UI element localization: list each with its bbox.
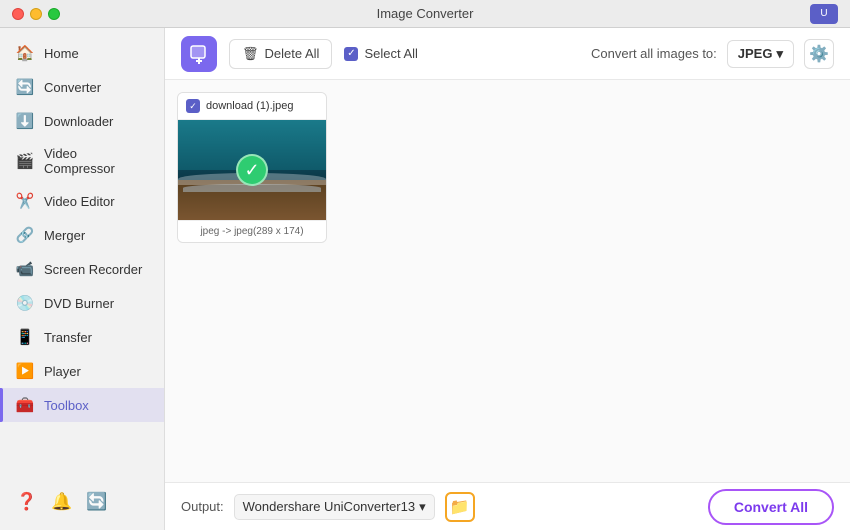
content-area: 🗑 Delete All ✓ Select All Convert all im… (165, 28, 850, 530)
file-thumb-overlay: ✓ (178, 120, 326, 220)
file-card[interactable]: ✓ download (1).jpeg ✓ (177, 92, 327, 243)
title-bar: Image Converter U (0, 0, 850, 28)
main-layout: 🏠 Home 🔄 Converter ⬇️ Downloader 🎬 Video… (0, 28, 850, 530)
output-label: Output: (181, 499, 224, 514)
settings-button[interactable]: ⚙️ (804, 39, 834, 69)
sidebar-item-toolbox[interactable]: 🧰 Toolbox (0, 388, 164, 422)
window-title: Image Converter (377, 6, 474, 21)
open-folder-button[interactable]: 📁 (445, 492, 475, 522)
folder-icon: 📁 (450, 497, 470, 517)
sidebar-item-transfer[interactable]: 📱 Transfer (0, 320, 164, 354)
sidebar-label-merger: Merger (44, 228, 85, 243)
close-button[interactable] (12, 8, 24, 20)
app-icon: U (810, 4, 838, 24)
output-path-selector[interactable]: Wondershare UniConverter13 ▾ (234, 494, 435, 520)
sidebar-label-transfer: Transfer (44, 330, 92, 345)
delete-icon: 🗑 (242, 46, 259, 62)
video-editor-icon: ✂️ (16, 192, 34, 210)
file-checkbox[interactable]: ✓ (186, 99, 200, 113)
sidebar-label-toolbox: Toolbox (44, 398, 89, 413)
home-icon: 🏠 (16, 44, 34, 62)
gear-icon: ⚙️ (809, 44, 829, 64)
file-card-header: ✓ download (1).jpeg (178, 93, 326, 120)
convert-to-label: Convert all images to: (591, 46, 717, 61)
file-card-footer: jpeg -> jpeg(289 x 174) (178, 220, 326, 242)
sidebar-label-player: Player (44, 364, 81, 379)
merger-icon: 🔗 (16, 226, 34, 244)
add-icon (189, 44, 209, 64)
output-path-text: Wondershare UniConverter13 (243, 499, 415, 514)
selected-format: JPEG (738, 46, 773, 61)
player-icon: ▶️ (16, 362, 34, 380)
downloader-icon: ⬇️ (16, 112, 34, 130)
select-all-checkbox[interactable]: ✓ (344, 47, 358, 61)
notifications-icon[interactable]: 🔔 (51, 492, 72, 512)
sidebar-item-video-compressor[interactable]: 🎬 Video Compressor (0, 138, 164, 184)
toolbox-icon: 🧰 (16, 396, 34, 414)
file-conversion-info: jpeg -> jpeg(289 x 174) (200, 226, 303, 237)
file-thumbnail: ✓ (178, 120, 326, 220)
toolbar: 🗑 Delete All ✓ Select All Convert all im… (165, 28, 850, 80)
sidebar: 🏠 Home 🔄 Converter ⬇️ Downloader 🎬 Video… (0, 28, 165, 530)
transfer-icon: 📱 (16, 328, 34, 346)
sidebar-item-merger[interactable]: 🔗 Merger (0, 218, 164, 252)
sidebar-item-screen-recorder[interactable]: 📹 Screen Recorder (0, 252, 164, 286)
delete-all-label: Delete All (265, 46, 320, 61)
file-name: download (1).jpeg (206, 100, 293, 112)
sidebar-label-dvd-burner: DVD Burner (44, 296, 114, 311)
bottom-bar: Output: Wondershare UniConverter13 ▾ 📁 C… (165, 482, 850, 530)
sidebar-label-downloader: Downloader (44, 114, 113, 129)
format-select-dropdown[interactable]: JPEG ▾ (727, 40, 794, 68)
sidebar-bottom: ❓ 🔔 🔄 (0, 482, 164, 522)
sidebar-item-player[interactable]: ▶️ Player (0, 354, 164, 388)
chevron-down-icon: ▾ (419, 499, 426, 515)
converter-icon: 🔄 (16, 78, 34, 96)
sidebar-label-video-editor: Video Editor (44, 194, 115, 209)
convert-all-button[interactable]: Convert All (708, 489, 834, 525)
sidebar-item-converter[interactable]: 🔄 Converter (0, 70, 164, 104)
minimize-button[interactable] (30, 8, 42, 20)
select-all-label: Select All (364, 46, 417, 61)
add-files-button[interactable] (181, 36, 217, 72)
screen-recorder-icon: 📹 (16, 260, 34, 278)
sidebar-item-home[interactable]: 🏠 Home (0, 36, 164, 70)
sidebar-label-video-compressor: Video Compressor (44, 146, 148, 176)
file-list-area: ✓ download (1).jpeg ✓ (165, 80, 850, 482)
dvd-burner-icon: 💿 (16, 294, 34, 312)
toolbar-right: Convert all images to: JPEG ▾ ⚙️ (591, 39, 834, 69)
traffic-lights (12, 8, 60, 20)
sidebar-label-screen-recorder: Screen Recorder (44, 262, 142, 277)
video-compressor-icon: 🎬 (16, 152, 34, 170)
sidebar-label-converter: Converter (44, 80, 101, 95)
file-check-circle: ✓ (236, 154, 268, 186)
sidebar-item-downloader[interactable]: ⬇️ Downloader (0, 104, 164, 138)
sidebar-item-video-editor[interactable]: ✂️ Video Editor (0, 184, 164, 218)
feedback-icon[interactable]: 🔄 (86, 492, 107, 512)
sidebar-item-dvd-burner[interactable]: 💿 DVD Burner (0, 286, 164, 320)
sidebar-label-home: Home (44, 46, 79, 61)
help-icon[interactable]: ❓ (16, 492, 37, 512)
delete-all-button[interactable]: 🗑 Delete All (229, 39, 332, 69)
chevron-down-icon: ▾ (776, 46, 783, 62)
select-all-button[interactable]: ✓ Select All (344, 46, 417, 61)
maximize-button[interactable] (48, 8, 60, 20)
